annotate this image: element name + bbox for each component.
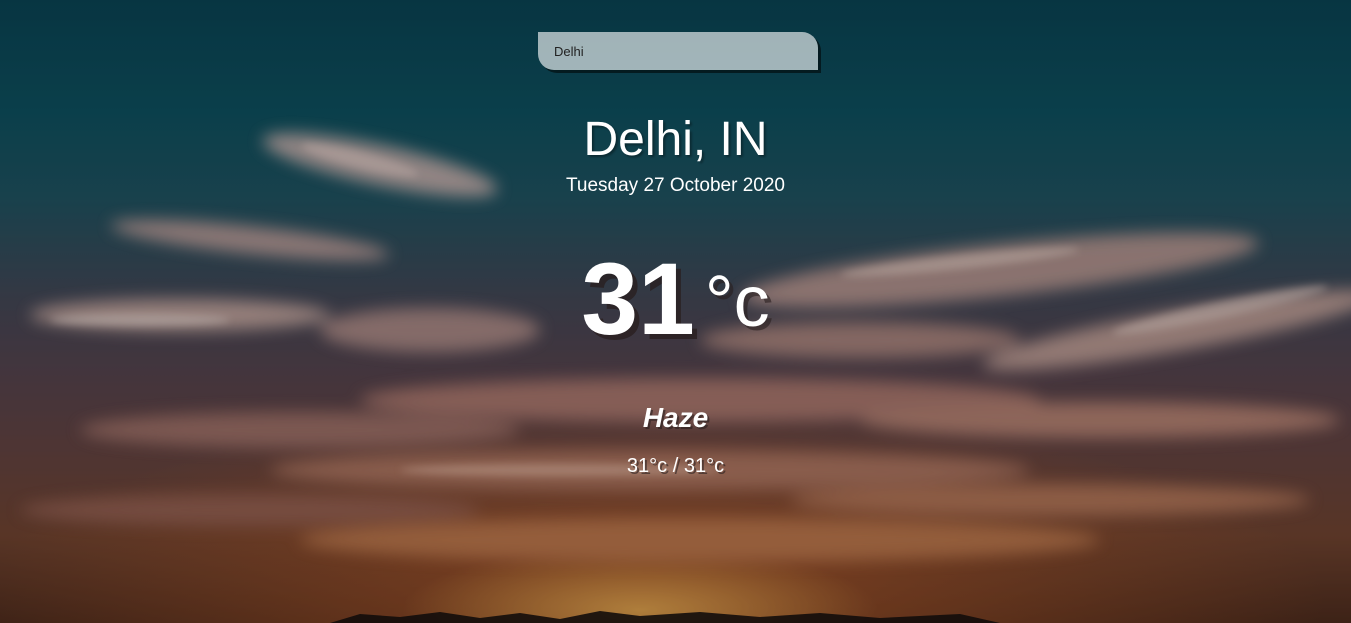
current-date: Tuesday 27 October 2020 [566,175,785,196]
temperature-display: 31 °c [0,248,1351,350]
location-title: Delhi, IN [583,113,768,166]
weather-app: Delhi, IN Tuesday 27 October 2020 31°c H… [0,0,1351,623]
search-box [538,32,818,70]
weather-condition: Haze [642,402,709,433]
temperature-value: 31 [581,242,695,356]
search-input[interactable] [538,32,818,70]
hi-lo-temperature: 31°c / 31°c [626,455,725,477]
temperature-unit: °c [704,262,770,342]
